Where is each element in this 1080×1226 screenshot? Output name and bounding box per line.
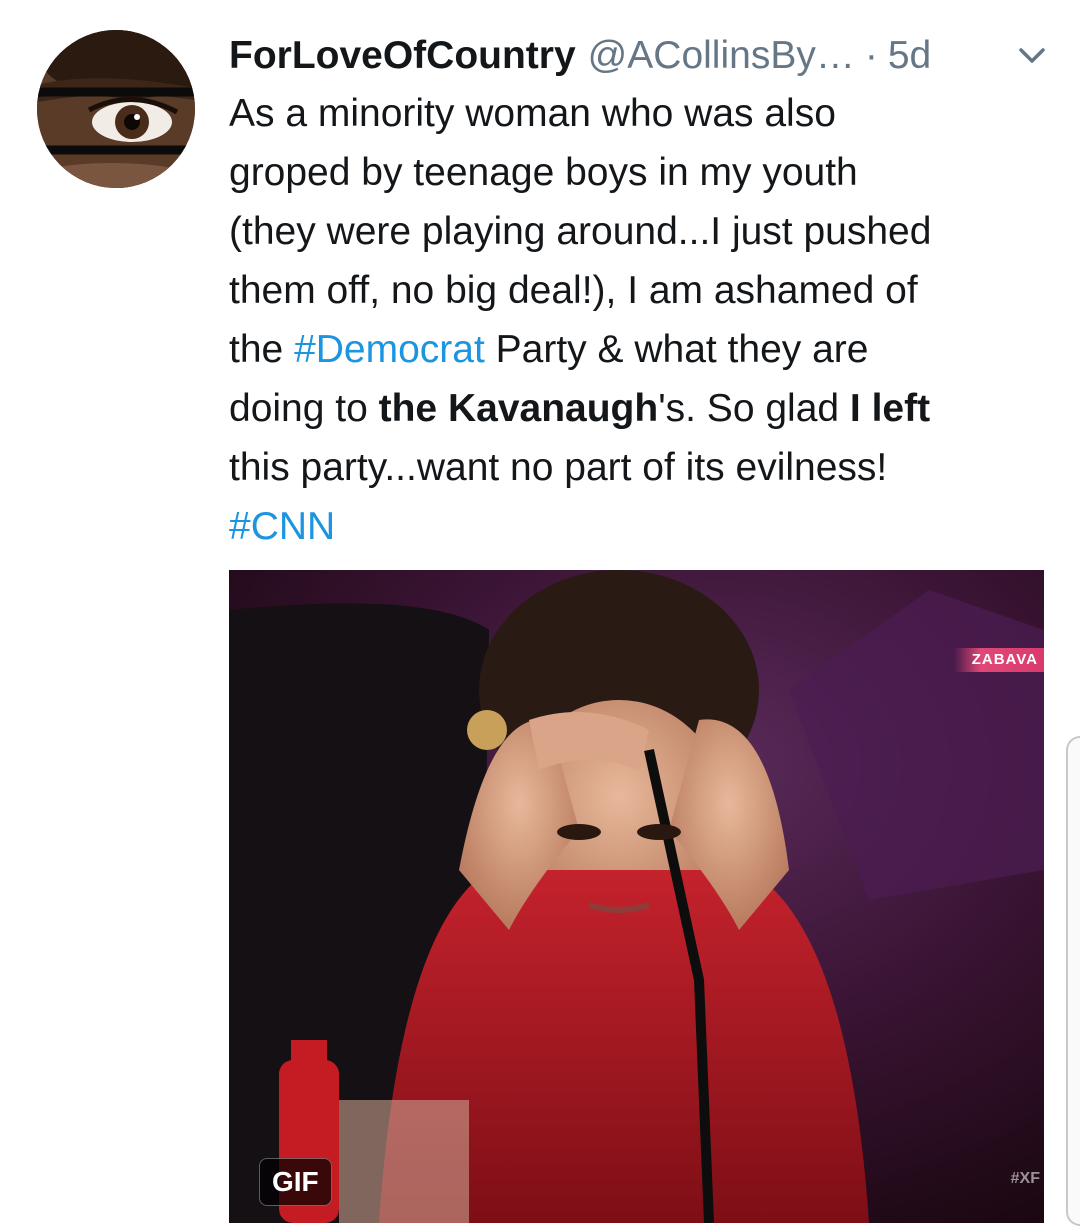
- text-segment: As a minority woman who was also: [229, 92, 836, 135]
- bold-text: I left: [849, 387, 931, 430]
- tweet-media-gif[interactable]: ZABAVA #XF GIF: [229, 570, 1044, 1223]
- display-name[interactable]: ForLoveOfCountry: [229, 30, 576, 82]
- tweet-text-line: them off, no big deal!), I am ashamed of: [229, 261, 1059, 320]
- watermark-label: ZABAVA: [953, 648, 1044, 672]
- scrollbar-handle[interactable]: [1066, 736, 1080, 1226]
- text-segment: them off, no big deal!), I am ashamed of: [229, 269, 918, 312]
- text-segment: 's. So glad: [658, 387, 850, 430]
- bold-text: the Kavanaugh: [378, 387, 659, 430]
- timestamp[interactable]: 5d: [888, 30, 931, 82]
- tweet-text-line: doing to the Kavanaugh's. So glad I left: [229, 379, 1059, 438]
- separator-dot: ·: [864, 34, 878, 77]
- text-segment: Party & what they are: [484, 328, 869, 371]
- text-segment: the: [229, 328, 295, 371]
- tweet-text-line: #CNN: [229, 497, 1059, 556]
- tweet-text-line: this party...want no part of its evilnes…: [229, 438, 1059, 497]
- watermark-corner: #XF: [1010, 1170, 1040, 1187]
- gif-badge: GIF: [259, 1158, 332, 1206]
- gif-image: [229, 570, 1044, 1223]
- tweet-text: As a minority woman who was also groped b…: [229, 84, 1059, 556]
- tweet-text-line: the #Democrat Party & what they are: [229, 320, 1059, 379]
- hashtag-link[interactable]: #CNN: [229, 505, 335, 548]
- hashtag-link[interactable]: #Democrat: [294, 328, 485, 371]
- profile-photo-icon: [37, 30, 195, 188]
- text-segment: groped by teenage boys in my youth: [229, 151, 858, 194]
- text-segment: this party...want no part of its evilnes…: [229, 446, 888, 489]
- tweet-text-line: groped by teenage boys in my youth: [229, 143, 1059, 202]
- text-segment: doing to: [229, 387, 379, 430]
- tweet-text-line: As a minority woman who was also: [229, 84, 1059, 143]
- chevron-down-icon[interactable]: [1018, 46, 1046, 66]
- user-handle[interactable]: @ACollinsBy…: [588, 30, 855, 82]
- tweet-text-line: (they were playing around...I just pushe…: [229, 202, 1059, 261]
- tweet-header: ForLoveOfCountry @ACollinsBy… · 5d: [229, 30, 1049, 82]
- avatar[interactable]: [37, 30, 195, 188]
- text-segment: (they were playing around...I just pushe…: [229, 210, 932, 253]
